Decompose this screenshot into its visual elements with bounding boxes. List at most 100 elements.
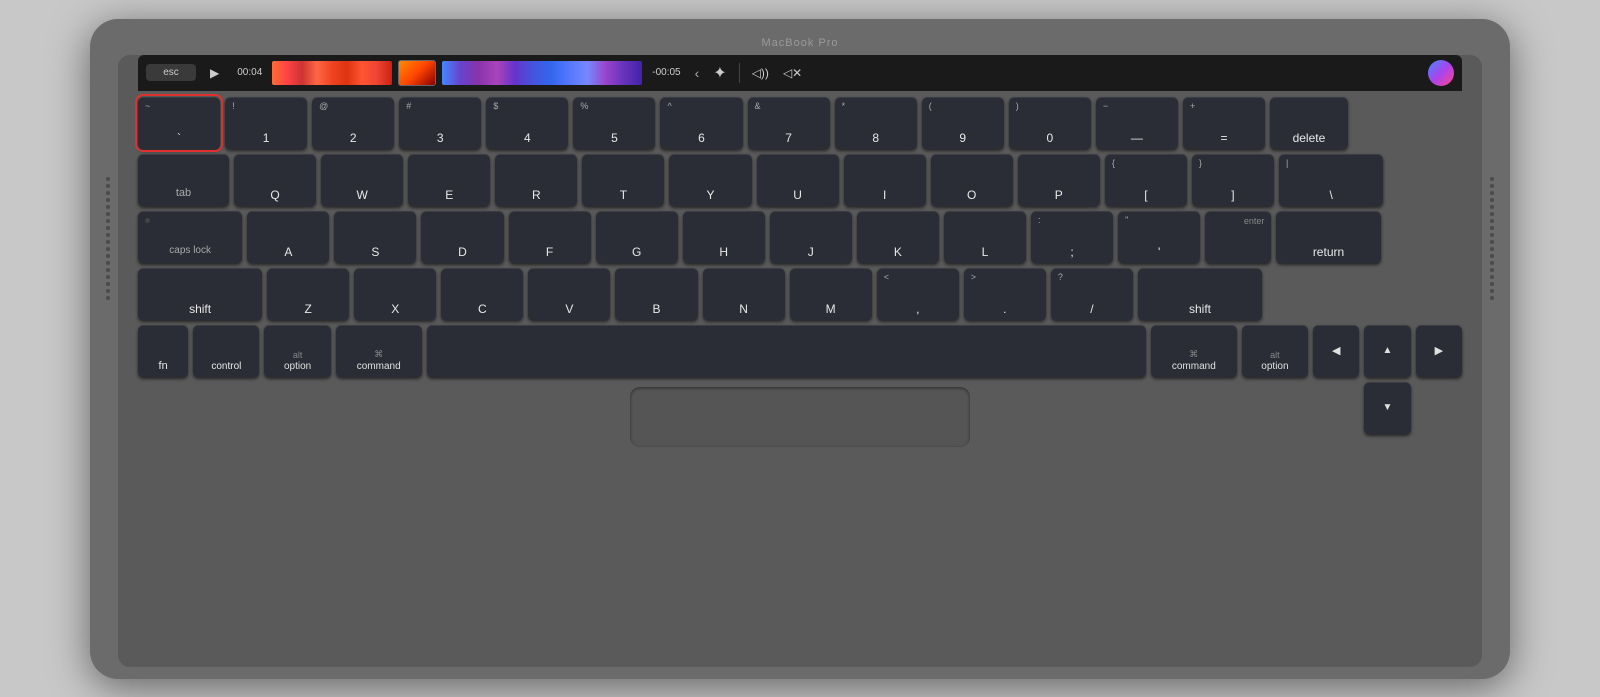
key-p[interactable]: P: [1018, 154, 1100, 206]
key-x[interactable]: X: [354, 268, 436, 320]
key-v[interactable]: V: [528, 268, 610, 320]
divider: [739, 63, 740, 83]
trackpad[interactable]: [630, 387, 970, 447]
key-z[interactable]: Z: [267, 268, 349, 320]
y-label: Y: [706, 189, 714, 201]
k1-label: 1: [263, 132, 270, 144]
key-n[interactable]: N: [703, 268, 785, 320]
backslash-label: \: [1329, 189, 1332, 201]
return-label: return: [1313, 246, 1344, 258]
key-u[interactable]: U: [757, 154, 839, 206]
tab-key[interactable]: tab: [138, 154, 229, 206]
key-c[interactable]: C: [441, 268, 523, 320]
brightness-icon: ✦: [709, 63, 730, 83]
key-rbracket[interactable]: } ]: [1192, 154, 1274, 206]
enter-key[interactable]: enter: [1205, 211, 1271, 263]
arrow-right-key[interactable]: ▶: [1416, 325, 1462, 377]
arrow-up-key[interactable]: ▲: [1364, 325, 1410, 377]
k-label: K: [894, 246, 902, 258]
key-equals[interactable]: + =: [1183, 97, 1265, 149]
key-semicolon[interactable]: : ;: [1031, 211, 1113, 263]
key-j[interactable]: J: [770, 211, 852, 263]
rbrace-symbol: }: [1199, 159, 1202, 168]
shift-left-key[interactable]: shift: [138, 268, 262, 320]
h-label: H: [719, 246, 728, 258]
key-4[interactable]: $ 4: [486, 97, 568, 149]
space-key[interactable]: [427, 325, 1146, 377]
key-t[interactable]: T: [582, 154, 664, 206]
key-0[interactable]: ) 0: [1009, 97, 1091, 149]
option-right-key[interactable]: alt option: [1242, 325, 1308, 377]
key-comma[interactable]: < ,: [877, 268, 959, 320]
key-5[interactable]: % 5: [573, 97, 655, 149]
tilde-key[interactable]: ~ `: [138, 97, 220, 149]
key-a[interactable]: A: [247, 211, 329, 263]
key-lbracket[interactable]: { [: [1105, 154, 1187, 206]
key-7[interactable]: & 7: [748, 97, 830, 149]
k3-label: 3: [437, 132, 444, 144]
key-o[interactable]: O: [931, 154, 1013, 206]
b-label: B: [653, 303, 661, 315]
key-8[interactable]: * 8: [835, 97, 917, 149]
key-l[interactable]: L: [944, 211, 1026, 263]
colon-symbol: :: [1038, 216, 1041, 225]
delete-key[interactable]: delete: [1270, 97, 1348, 149]
key-g[interactable]: G: [596, 211, 678, 263]
siri-button[interactable]: [1428, 60, 1454, 86]
fn-key[interactable]: fn: [138, 325, 188, 377]
command-left-key[interactable]: ⌘ command: [336, 325, 422, 377]
lt-symbol: <: [884, 273, 889, 282]
caps-lock-key[interactable]: caps lock: [138, 211, 242, 263]
esc-key[interactable]: esc: [146, 64, 196, 81]
video-thumbnail: [398, 60, 436, 86]
delete-label: delete: [1293, 132, 1326, 144]
key-d[interactable]: D: [421, 211, 503, 263]
shift-right-label: shift: [1189, 303, 1211, 315]
key-q[interactable]: Q: [234, 154, 316, 206]
keyboard-area: esc ▶ 00:04 -00:05 ‹ ✦ ◁)) ◁✕ ~ `: [118, 55, 1482, 667]
control-key[interactable]: control: [193, 325, 259, 377]
c-label: C: [478, 303, 487, 315]
key-f[interactable]: F: [509, 211, 591, 263]
lparen-symbol: (: [929, 102, 932, 111]
key-9[interactable]: ( 9: [922, 97, 1004, 149]
command-right-key[interactable]: ⌘ command: [1151, 325, 1237, 377]
k4-label: 4: [524, 132, 531, 144]
key-minus[interactable]: − —: [1096, 97, 1178, 149]
option-left-key[interactable]: alt option: [264, 325, 330, 377]
apostrophe-label: ': [1158, 246, 1160, 258]
k8-label: 8: [872, 132, 879, 144]
k0-label: 0: [1046, 132, 1053, 144]
key-y[interactable]: Y: [669, 154, 751, 206]
key-e[interactable]: E: [408, 154, 490, 206]
play-button[interactable]: ▶: [202, 64, 227, 82]
period-label: .: [1003, 303, 1006, 315]
arrow-down-key[interactable]: ▼: [1364, 382, 1410, 434]
key-quote[interactable]: " ': [1118, 211, 1200, 263]
s-label: S: [371, 246, 379, 258]
key-m[interactable]: M: [790, 268, 872, 320]
key-w[interactable]: W: [321, 154, 403, 206]
key-6[interactable]: ^ 6: [660, 97, 742, 149]
key-b[interactable]: B: [615, 268, 697, 320]
key-1[interactable]: ! 1: [225, 97, 307, 149]
return-key[interactable]: return: [1276, 211, 1380, 263]
command-symbol-left: ⌘: [374, 349, 383, 360]
chevron-icon[interactable]: ‹: [691, 65, 704, 81]
key-backslash[interactable]: | \: [1279, 154, 1383, 206]
key-r[interactable]: R: [495, 154, 577, 206]
key-h[interactable]: H: [683, 211, 765, 263]
shift-right-key[interactable]: shift: [1138, 268, 1262, 320]
backtick-label: `: [177, 132, 181, 144]
arrow-left-key[interactable]: ◀: [1313, 325, 1359, 377]
p-label: P: [1055, 189, 1063, 201]
key-i[interactable]: I: [844, 154, 926, 206]
key-k[interactable]: K: [857, 211, 939, 263]
key-slash[interactable]: ? /: [1051, 268, 1133, 320]
key-3[interactable]: # 3: [399, 97, 481, 149]
key-2[interactable]: @ 2: [312, 97, 394, 149]
key-s[interactable]: S: [334, 211, 416, 263]
n-label: N: [739, 303, 748, 315]
key-period[interactable]: > .: [964, 268, 1046, 320]
rbracket-label: ]: [1231, 189, 1234, 201]
